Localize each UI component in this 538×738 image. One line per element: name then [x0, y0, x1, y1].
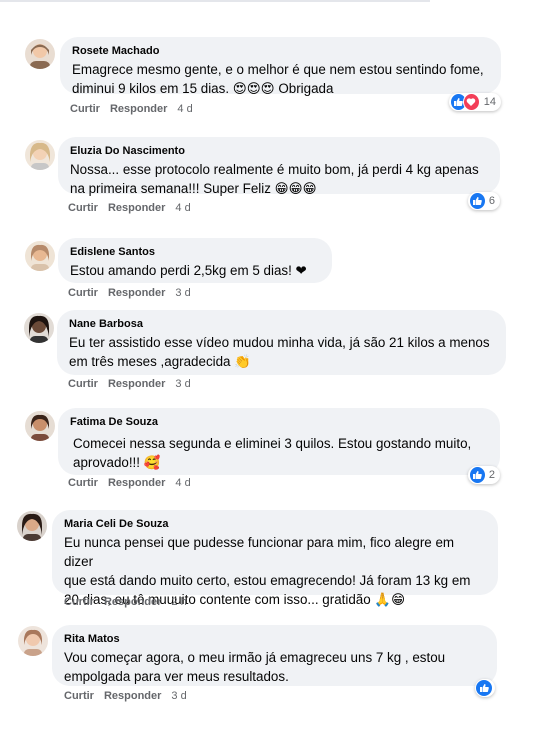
comment-text: Emagrece mesmo gente, e o melhor é que n… — [72, 62, 484, 96]
comment-actions: Curtir Responder 3 d — [68, 287, 201, 299]
reaction-count[interactable]: 6 — [468, 192, 500, 210]
like-button[interactable]: Curtir — [70, 103, 100, 115]
divider — [0, 0, 430, 2]
timestamp[interactable]: 2 h — [171, 596, 186, 608]
avatar[interactable] — [17, 511, 47, 541]
avatar[interactable] — [25, 39, 55, 69]
timestamp[interactable]: 3 d — [175, 287, 190, 299]
avatar-image — [25, 241, 55, 271]
comment-actions: Curtir Responder 4 d — [68, 477, 201, 489]
avatar[interactable] — [24, 313, 54, 343]
avatar-image — [25, 140, 55, 170]
comment-bubble: Rosete Machado Emagrece mesmo gente, e o… — [60, 37, 501, 96]
avatar[interactable] — [25, 241, 55, 271]
reply-button[interactable]: Responder — [108, 378, 165, 390]
reply-button[interactable]: Responder — [104, 596, 161, 608]
avatar-image — [24, 313, 54, 343]
like-icon — [476, 680, 492, 696]
timestamp[interactable]: 3 d — [175, 378, 190, 390]
comment-author[interactable]: Fatima De Souza — [70, 415, 488, 429]
avatar-image — [18, 626, 48, 656]
timestamp[interactable]: 4 d — [175, 477, 190, 489]
love-icon — [462, 93, 480, 111]
reply-button[interactable]: Responder — [108, 202, 165, 214]
comment-text: Nossa... esse protocolo realmente é muit… — [70, 162, 479, 196]
reply-button[interactable]: Responder — [104, 690, 161, 702]
comment-author[interactable]: Maria Celi De Souza — [64, 517, 486, 531]
avatar-image — [17, 511, 47, 541]
comment-actions: Curtir Responder 3 d — [64, 690, 197, 702]
comment-bubble: Edislene Santos Estou amando perdi 2,5kg… — [58, 238, 332, 283]
comment-actions: Curtir Responder 2 h — [64, 596, 197, 608]
comment-text: Comecei nessa segunda e eliminei 3 quilo… — [73, 436, 472, 470]
avatar[interactable] — [25, 411, 55, 441]
avatar-image — [25, 39, 55, 69]
comment-author[interactable]: Edislene Santos — [70, 245, 320, 259]
comment-actions: Curtir Responder 4 d — [70, 103, 203, 115]
like-button[interactable]: Curtir — [68, 378, 98, 390]
reaction-count[interactable]: 2 — [468, 466, 500, 484]
comment-actions: Curtir Responder 3 d — [68, 378, 201, 390]
comment-bubble: Nane Barbosa Eu ter assistido esse vídeo… — [57, 310, 506, 375]
like-button[interactable]: Curtir — [68, 287, 98, 299]
comment-author[interactable]: Rosete Machado — [72, 44, 489, 58]
like-button[interactable]: Curtir — [64, 596, 94, 608]
reply-button[interactable]: Responder — [110, 103, 167, 115]
avatar[interactable] — [18, 626, 48, 656]
comment-text: Vou começar agora, o meu irmão já emagre… — [64, 650, 446, 684]
like-icon — [470, 193, 485, 209]
comment-author[interactable]: Nane Barbosa — [69, 317, 494, 331]
comment-author[interactable]: Rita Matos — [64, 632, 485, 646]
comment-bubble: Rita Matos Vou começar agora, o meu irmã… — [52, 625, 497, 686]
comment-bubble: Eluzia Do Nascimento Nossa... esse proto… — [58, 137, 500, 196]
comment-text: Estou amando perdi 2,5kg em 5 dias! ❤ — [70, 263, 307, 278]
comment-bubble: Maria Celi De Souza Eu nunca pensei que … — [52, 510, 498, 607]
reaction-count-value: 2 — [488, 469, 495, 481]
reply-button[interactable]: Responder — [108, 287, 165, 299]
reaction-count-value: 6 — [488, 195, 495, 207]
like-icon — [470, 467, 485, 483]
like-button[interactable]: Curtir — [64, 690, 94, 702]
reply-button[interactable]: Responder — [108, 477, 165, 489]
comment-text: Eu ter assistido esse vídeo mudou minha … — [69, 335, 490, 369]
timestamp[interactable]: 4 d — [177, 103, 192, 115]
avatar-image — [25, 411, 55, 441]
comment-bubble: Fatima De Souza Comecei nessa segunda e … — [58, 408, 500, 475]
reaction-count[interactable]: 14 — [449, 93, 501, 111]
comment-actions: Curtir Responder 4 d — [68, 202, 201, 214]
timestamp[interactable]: 3 d — [171, 690, 186, 702]
reaction-count-value: 14 — [483, 96, 496, 108]
reaction-count[interactable] — [475, 679, 495, 697]
comment-author[interactable]: Eluzia Do Nascimento — [70, 144, 488, 158]
avatar[interactable] — [25, 140, 55, 170]
timestamp[interactable]: 4 d — [175, 202, 190, 214]
like-button[interactable]: Curtir — [68, 202, 98, 214]
like-button[interactable]: Curtir — [68, 477, 98, 489]
